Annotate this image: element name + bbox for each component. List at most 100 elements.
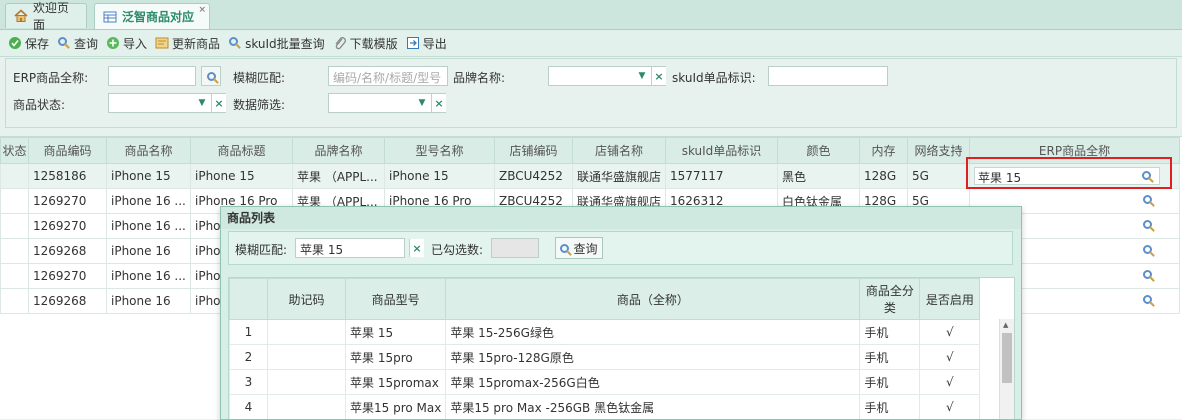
column-header[interactable]: skuId单品标识 xyxy=(665,137,779,164)
cell-brand: 苹果 （APPL... xyxy=(292,163,385,189)
add-circle-icon xyxy=(106,36,120,50)
search-icon[interactable] xyxy=(1143,270,1153,279)
cell-code: 1258186 xyxy=(28,163,107,189)
skuid-input[interactable] xyxy=(768,66,888,86)
search-icon[interactable] xyxy=(1143,195,1153,204)
import-button[interactable]: 导入 xyxy=(106,35,147,52)
cell-code: 1269270 xyxy=(28,188,107,214)
cell-name: iPhone 16 xyxy=(106,288,191,314)
dialog-cell-mnemonic xyxy=(267,394,346,419)
column-header[interactable]: 商品编码 xyxy=(28,137,107,164)
dialog-column-header[interactable]: 商品型号 xyxy=(344,278,447,320)
dialog-cell-no: 1 xyxy=(229,319,268,345)
fuzzy-input[interactable]: 编码/名称/标题/型号 xyxy=(328,66,448,86)
dialog-cell-category: 手机 xyxy=(859,319,921,345)
dialog-column-header[interactable]: 商品全分类 xyxy=(859,278,921,320)
search-icon[interactable] xyxy=(1143,220,1153,229)
dialog-cell-model: 苹果15 pro Max xyxy=(344,394,447,419)
datafilter-label: 数据筛选: xyxy=(233,98,286,112)
home-icon xyxy=(14,9,28,23)
tab-bar: 欢迎页面 泛智商品对应 × xyxy=(0,0,1182,32)
dialog-row[interactable]: 3 苹果 15promax 苹果 15promax-256G白色 手机 √ xyxy=(229,369,981,395)
column-header[interactable]: 店铺名称 xyxy=(571,137,667,164)
status-cell xyxy=(0,288,29,314)
dialog-cell-mnemonic xyxy=(267,369,346,395)
export-button[interactable]: 导出 xyxy=(406,35,447,52)
search-icon[interactable] xyxy=(1143,245,1153,254)
column-header[interactable]: 状态 xyxy=(0,137,29,164)
clear-icon[interactable]: × xyxy=(651,67,666,85)
dialog-fuzzy-input[interactable]: 苹果 15 xyxy=(295,238,405,258)
cell-code: 1269270 xyxy=(28,263,107,289)
column-header[interactable]: 内存 xyxy=(859,137,909,164)
scroll-up-arrow[interactable]: ▲ xyxy=(1003,321,1008,329)
dialog-cell-category: 手机 xyxy=(859,394,921,419)
column-header[interactable]: 店铺编码 xyxy=(494,137,573,164)
status-cell xyxy=(0,213,29,239)
save-button[interactable]: 保存 xyxy=(8,35,49,52)
tab-product-mapping[interactable]: 泛智商品对应 × xyxy=(94,3,210,29)
tab-product-mapping-label: 泛智商品对应 xyxy=(122,10,195,24)
tab-welcome[interactable]: 欢迎页面 xyxy=(5,1,87,32)
clear-icon[interactable]: × xyxy=(211,94,226,112)
paperclip-icon xyxy=(333,36,347,50)
tab-welcome-label: 欢迎页面 xyxy=(33,1,70,32)
filter-panel: ERP商品全称: 模糊匹配: 编码/名称/标题/型号 品牌名称: ▼ × sku… xyxy=(5,58,1177,128)
cell-skuid: 1577117 xyxy=(665,163,779,189)
dialog-row[interactable]: 1 苹果 15 苹果 15-256G绿色 手机 √ xyxy=(229,319,981,345)
chevron-down-icon[interactable]: ▼ xyxy=(415,94,429,112)
erp-name-input[interactable] xyxy=(108,66,196,86)
dialog-column-header[interactable] xyxy=(229,278,268,320)
dialog-column-header[interactable]: 商品（全称） xyxy=(445,278,861,320)
product-list-dialog: 商品列表 模糊匹配: 苹果 15 × 已勾选数: 查询 助记码 商品型号 商品（全称… xyxy=(220,206,1022,420)
column-header[interactable]: 网络支持 xyxy=(907,137,971,164)
export-icon xyxy=(406,36,420,50)
cell-network: 5G xyxy=(907,163,971,189)
column-header[interactable]: 型号名称 xyxy=(384,137,495,164)
search-icon[interactable] xyxy=(1143,295,1153,304)
dialog-cell-mnemonic xyxy=(267,344,346,370)
dialog-cell-no: 4 xyxy=(229,394,268,419)
column-header[interactable]: 品牌名称 xyxy=(292,137,385,164)
update-products-button[interactable]: 更新商品 xyxy=(155,35,220,52)
dialog-table-wrap: 助记码 商品型号 商品（全称） 商品全分类 是否启用 1 苹果 15 苹果 15-256G绿… xyxy=(228,277,1015,419)
download-template-button[interactable]: 下载模版 xyxy=(333,35,398,52)
dialog-cell-mnemonic xyxy=(267,319,346,345)
update-icon xyxy=(155,36,169,50)
dialog-row[interactable]: 4 苹果15 pro Max 苹果15 pro Max -256GB 黑色钛金属 手机… xyxy=(229,394,981,419)
cell-name: iPhone 16 ... xyxy=(106,213,191,239)
tab-close-icon[interactable]: × xyxy=(198,5,206,15)
dialog-cell-model: 苹果 15promax xyxy=(344,369,447,395)
scrollbar-thumb[interactable] xyxy=(1002,333,1012,383)
skuid-batch-query-button[interactable]: skuId批量查询 xyxy=(228,35,325,52)
column-header[interactable]: 颜色 xyxy=(777,137,861,164)
erp-name-search-button[interactable] xyxy=(201,66,221,86)
fuzzy-label: 模糊匹配: xyxy=(233,71,286,85)
dialog-column-header[interactable]: 是否启用 xyxy=(919,278,981,320)
dialog-column-header[interactable]: 助记码 xyxy=(267,278,346,320)
clear-icon[interactable]: × xyxy=(431,94,446,112)
dialog-row[interactable]: 2 苹果 15pro 苹果 15pro-128G原色 手机 √ xyxy=(229,344,981,370)
search-icon xyxy=(57,36,71,50)
chevron-down-icon[interactable]: ▼ xyxy=(195,94,209,112)
dialog-cell-fullname: 苹果 15-256G绿色 xyxy=(445,319,861,345)
cell-name: iPhone 15 xyxy=(106,163,191,189)
check-circle-icon xyxy=(8,36,22,50)
dialog-title: 商品列表 xyxy=(221,207,1021,229)
cell-shop-name: 联通华盛旗舰店 xyxy=(571,163,667,189)
cell-title: iPhone 15 xyxy=(190,163,293,189)
query-button[interactable]: 查询 xyxy=(57,35,98,52)
dialog-scrollbar[interactable]: ▲ xyxy=(999,319,1014,419)
dialog-cell-model: 苹果 15 xyxy=(344,319,447,345)
dialog-search-bar: 模糊匹配: 苹果 15 × 已勾选数: 查询 xyxy=(228,231,1013,265)
dialog-cell-no: 2 xyxy=(229,344,268,370)
status-cell xyxy=(0,263,29,289)
column-header[interactable]: 商品标题 xyxy=(190,137,293,164)
status-label: 商品状态: xyxy=(13,98,66,112)
chevron-down-icon[interactable]: ▼ xyxy=(635,67,649,85)
dialog-query-button[interactable]: 查询 xyxy=(555,237,603,259)
column-header[interactable]: 商品名称 xyxy=(106,137,191,164)
clear-icon[interactable]: × xyxy=(409,239,424,257)
search-icon xyxy=(206,71,216,81)
cell-code: 1269268 xyxy=(28,288,107,314)
